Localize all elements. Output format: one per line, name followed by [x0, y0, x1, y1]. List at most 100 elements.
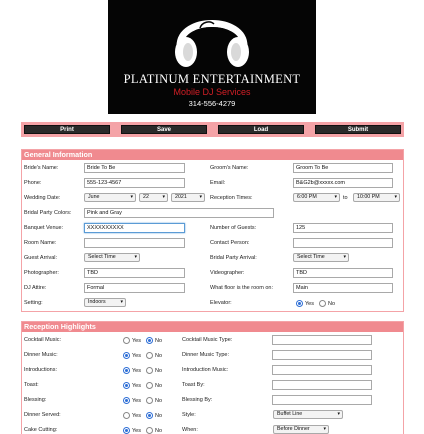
no-radio[interactable] — [145, 427, 153, 434]
reception-detail-select[interactable]: Buffet Line ▾ — [273, 410, 343, 419]
yes-no-radio-group: Yes No — [123, 367, 167, 374]
wedding-year-value: 2021 — [175, 194, 187, 200]
contact-person-input[interactable] — [293, 238, 393, 248]
reception-detail-label: When: — [182, 427, 198, 433]
chevron-updown-icon: ▾ — [120, 299, 123, 305]
wedding-year-select[interactable]: 2021 ▾ — [171, 193, 205, 202]
form-row: Phone: 555-123-4567 Email: B&G2b@xxxxx.c… — [22, 178, 403, 190]
room-name-label: Room Name: — [24, 240, 57, 246]
reception-detail-value: Before Dinner — [277, 426, 310, 432]
grooms-name-input[interactable]: Groom To Be — [293, 163, 393, 173]
email-label: Email: — [210, 180, 226, 186]
elevator-yes-radio[interactable] — [296, 300, 303, 307]
banquet-venue-input[interactable]: XXXXXXXXXX — [84, 223, 185, 233]
yes-no-radio-group: Yes No — [123, 427, 167, 434]
floor-input[interactable]: Main — [293, 283, 393, 293]
yes-no-radio-group: Yes No — [123, 412, 167, 419]
yes-radio[interactable] — [123, 412, 130, 419]
yes-radio[interactable] — [123, 427, 130, 434]
brand-name: PLATINUM ENTERTAINMENT — [123, 72, 301, 86]
reception-detail-input[interactable] — [272, 395, 372, 405]
no-label: No — [154, 367, 163, 374]
reception-item-label: Introductions: — [24, 367, 58, 373]
videographer-label: Videographer: — [210, 270, 245, 276]
reception-start-select[interactable]: 6:00 PM ▾ — [293, 193, 340, 202]
reception-row: Blessing: Yes No Blessing By: — [22, 395, 403, 407]
elevator-no-radio[interactable] — [318, 300, 326, 307]
elevator-radio-group: Yes No — [296, 300, 340, 307]
reception-detail-input[interactable] — [272, 335, 372, 345]
no-label: No — [154, 427, 163, 434]
no-radio[interactable] — [145, 367, 153, 374]
reception-detail-input[interactable] — [272, 365, 372, 375]
reception-detail-input[interactable] — [272, 350, 372, 360]
dj-attire-input[interactable]: Formal — [84, 283, 185, 293]
bridal-arrival-label: Bridal Party Arrival: — [210, 255, 257, 261]
chevron-updown-icon: ▾ — [323, 426, 326, 432]
yes-label: Yes — [305, 300, 314, 307]
phone-input[interactable]: 555-123-4567 — [84, 178, 185, 188]
guests-input[interactable]: 125 — [293, 223, 393, 233]
submit-button[interactable]: Submit — [315, 125, 401, 134]
reception-detail-input[interactable] — [272, 380, 372, 390]
setting-label: Setting: — [24, 300, 43, 306]
guest-arrival-value: Select Time — [88, 254, 116, 260]
brides-name-label: Bride's Name: — [24, 165, 59, 171]
guest-arrival-select[interactable]: Select Time ▾ — [84, 253, 140, 262]
reception-detail-value: Buffet Line — [277, 411, 303, 417]
form-row: Photographer: TBD Videographer: TBD — [22, 268, 403, 280]
save-button[interactable]: Save — [121, 125, 207, 134]
bridal-arrival-value: Select Time — [297, 254, 325, 260]
yes-no-radio-group: Yes No — [123, 337, 167, 344]
yes-label: Yes — [132, 367, 141, 374]
wedding-day-select[interactable]: 22 ▾ — [139, 193, 168, 202]
reception-item-label: Cake Cutting: — [24, 427, 58, 433]
load-button[interactable]: Load — [218, 125, 304, 134]
no-label: No — [154, 337, 163, 344]
photographer-label: Photographer: — [24, 270, 59, 276]
yes-radio[interactable] — [123, 382, 130, 389]
reception-row: Cocktail Music: Yes No Cocktail Music Type: — [22, 335, 403, 347]
reception-item-label: Blessing: — [24, 397, 47, 403]
no-radio[interactable] — [145, 412, 153, 419]
no-radio[interactable] — [145, 397, 153, 404]
yes-radio[interactable] — [123, 337, 130, 344]
photographer-input[interactable]: TBD — [84, 268, 185, 278]
yes-radio[interactable] — [123, 367, 130, 374]
email-input[interactable]: B&G2b@xxxxx.com — [293, 178, 393, 188]
chevron-updown-icon: ▾ — [334, 194, 337, 200]
yes-radio[interactable] — [123, 352, 130, 359]
reception-end-select[interactable]: 10:00 PM ▾ — [353, 193, 400, 202]
guests-label: Number of Guests: — [210, 225, 257, 231]
print-button[interactable]: Print — [24, 125, 110, 134]
setting-select[interactable]: Indoors ▾ — [84, 298, 126, 307]
bridal-arrival-select[interactable]: Select Time ▾ — [293, 253, 349, 262]
no-radio[interactable] — [145, 382, 153, 389]
reception-item-label: Dinner Served: — [24, 412, 61, 418]
videographer-input[interactable]: TBD — [293, 268, 393, 278]
no-radio[interactable] — [145, 352, 153, 359]
room-name-input[interactable] — [84, 238, 185, 248]
floor-label: What floor is the room on: — [210, 285, 273, 291]
general-information-section: General Information Bride's Name: Bride … — [21, 149, 404, 312]
yes-no-radio-group: Yes No — [123, 397, 167, 404]
yes-radio[interactable] — [123, 397, 130, 404]
reception-detail-select[interactable]: Before Dinner ▾ — [273, 425, 329, 434]
no-radio[interactable] — [145, 337, 153, 344]
form-row: Bride's Name: Bride To Be Groom's Name: … — [22, 163, 403, 175]
yes-label: Yes — [132, 397, 141, 404]
dj-attire-label: DJ Attire: — [24, 285, 47, 291]
wedding-month-select[interactable]: June ▾ — [84, 193, 136, 202]
wedding-month-value: June — [88, 194, 100, 200]
reception-detail-label: Blessing By: — [182, 397, 213, 403]
reception-row: Introductions: Yes No Introduction Music: — [22, 365, 403, 377]
brand-subtitle: Mobile DJ Services — [173, 87, 251, 97]
yes-no-radio-group: Yes No — [123, 382, 167, 389]
brand-phone: 314-556-4279 — [188, 99, 236, 108]
party-colors-input[interactable]: Pink and Gray — [84, 208, 274, 218]
form-row: Wedding Date: June ▾ 22 ▾ 2021 ▾ Reception … — [22, 193, 403, 205]
reception-row: Dinner Served: Yes No Style: Buffet Line ▾ — [22, 410, 403, 422]
brides-name-input[interactable]: Bride To Be — [84, 163, 185, 173]
chevron-updown-icon: ▾ — [162, 194, 165, 200]
reception-item-label: Cocktail Music: — [24, 337, 61, 343]
